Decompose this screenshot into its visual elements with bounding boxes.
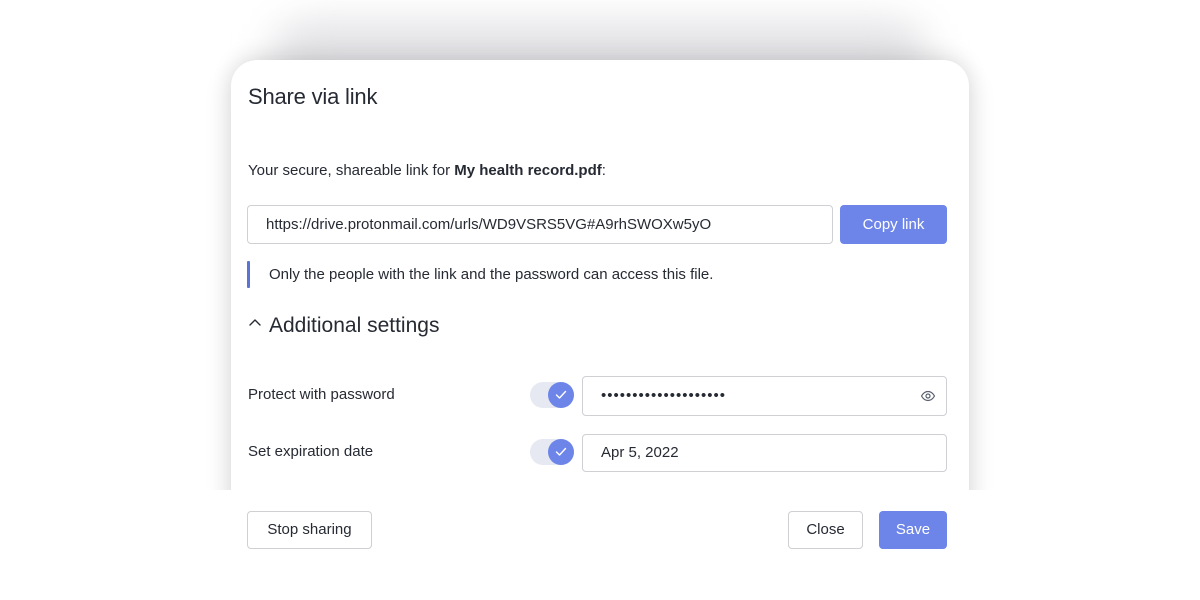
stop-sharing-button[interactable]: Stop sharing [247, 511, 372, 549]
password-masked-value: •••••••••••••••••••• [601, 387, 727, 404]
save-button[interactable]: Save [879, 511, 947, 549]
close-button[interactable]: Close [788, 511, 863, 549]
expiration-label: Set expiration date [248, 443, 374, 460]
toggle-knob [548, 439, 574, 465]
intro-prefix: Your secure, shareable link for [248, 162, 455, 179]
access-notice: Only the people with the link and the pa… [269, 266, 714, 283]
additional-settings-label: Additional settings [269, 314, 440, 337]
notice-accent-bar [247, 261, 250, 288]
password-label: Protect with password [248, 386, 395, 403]
expiration-toggle[interactable] [530, 439, 574, 465]
expiration-date-input[interactable]: Apr 5, 2022 [582, 434, 947, 472]
share-link-field[interactable]: https://drive.protonmail.com/urls/WD9VSR… [247, 205, 833, 244]
additional-settings-toggle[interactable]: Additional settings [248, 314, 439, 338]
chevron-up-icon [249, 319, 261, 326]
copy-link-button[interactable]: Copy link [840, 205, 947, 244]
eye-icon[interactable] [920, 389, 936, 403]
password-input[interactable]: •••••••••••••••••••• [582, 376, 947, 416]
file-name: My health record.pdf [454, 162, 602, 179]
dialog-title: Share via link [248, 84, 378, 109]
check-icon [555, 390, 567, 399]
check-icon [555, 447, 567, 456]
toggle-knob [548, 382, 574, 408]
intro-suffix: : [601, 162, 606, 179]
share-intro-text: Your secure, shareable link for My healt… [248, 162, 606, 179]
password-toggle[interactable] [530, 382, 574, 408]
